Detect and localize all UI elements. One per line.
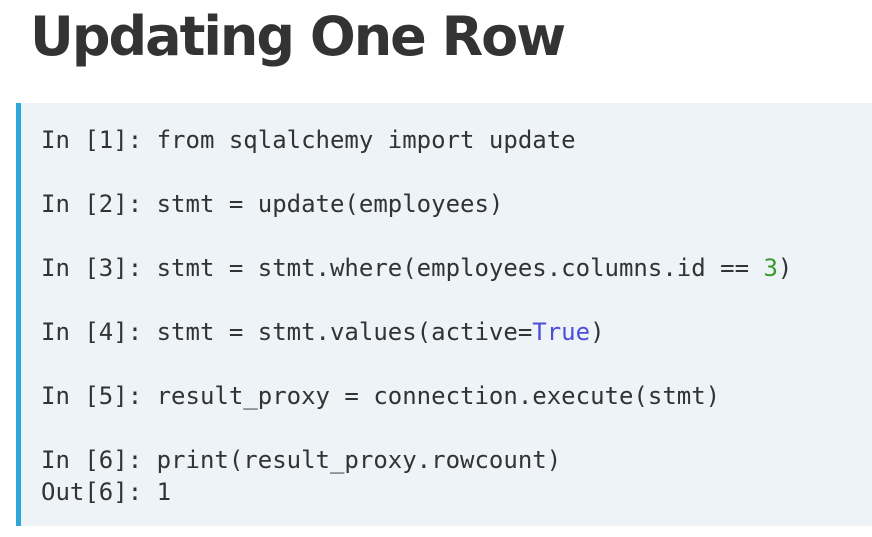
boolean-literal: True xyxy=(532,318,591,346)
prompt-in-4: In [4]: xyxy=(41,318,157,346)
slide-title: Updating One Row xyxy=(30,5,566,68)
code-in-3: stmt = stmt.where(employees.columns.id =… xyxy=(156,254,764,282)
code-in-4-close: ) xyxy=(590,318,605,346)
code-line-in-6: In [6]: print(result_proxy.rowcount) xyxy=(41,444,561,476)
code-in-1: from sqlalchemy import update xyxy=(156,126,576,154)
code-line-in-1: In [1]: from sqlalchemy import update xyxy=(41,124,576,156)
code-in-4: stmt = stmt.values(active= xyxy=(156,318,533,346)
code-in-2: stmt = update(employees) xyxy=(156,190,504,218)
prompt-in-5: In [5]: xyxy=(41,382,157,410)
output-value: 1 xyxy=(156,478,172,506)
code-in-5: result_proxy = connection.execute(stmt) xyxy=(156,382,721,410)
code-line-out-6: Out[6]: 1 xyxy=(41,476,171,508)
prompt-in-6: In [6]: xyxy=(41,446,157,474)
number-literal: 3 xyxy=(763,254,778,282)
code-in-6: print(result_proxy.rowcount) xyxy=(156,446,562,474)
code-line-in-2: In [2]: stmt = update(employees) xyxy=(41,188,503,220)
prompt-in-2: In [2]: xyxy=(41,190,157,218)
code-in-3-close: ) xyxy=(777,254,793,282)
prompt-out-6: Out[6]: xyxy=(41,478,157,506)
prompt-in-1: In [1]: xyxy=(41,126,157,154)
code-line-in-5: In [5]: result_proxy = connection.execut… xyxy=(41,380,720,412)
prompt-in-3: In [3]: xyxy=(41,254,157,282)
code-line-in-4: In [4]: stmt = stmt.values(active=True) xyxy=(41,316,605,348)
code-block: In [1]: from sqlalchemy import update In… xyxy=(16,103,872,526)
code-line-in-3: In [3]: stmt = stmt.where(employees.colu… xyxy=(41,252,792,284)
